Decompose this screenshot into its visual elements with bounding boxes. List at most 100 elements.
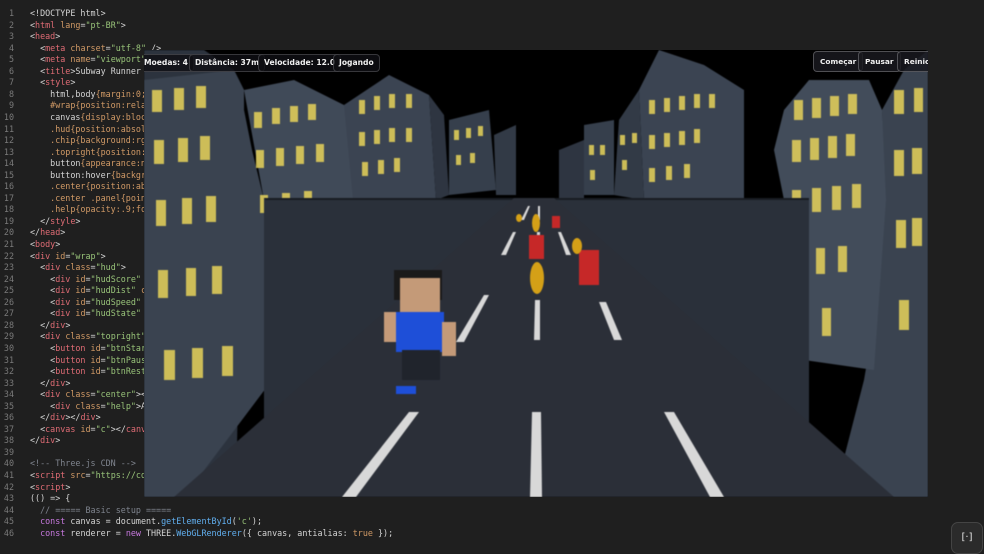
- code-text: <meta name="viewport": [30, 54, 146, 65]
- code-line: 2 <html lang="pt-BR">: [0, 19, 984, 31]
- line-number: 36: [3, 412, 14, 423]
- line-number: 44: [3, 504, 14, 515]
- line-number: 7: [8, 77, 14, 88]
- hud-distance: Distância: 37m: [189, 54, 265, 72]
- hud-coins: Moedas: 4: [144, 54, 194, 72]
- code-text: <div id="wrap">: [30, 250, 106, 261]
- code-text: <canvas id="c"></canva: [30, 423, 152, 434]
- code-text: html,body{margin:0;h: [30, 88, 152, 99]
- game-viewport[interactable]: Moedas: 4 Distância: 37m Velocidade: 12.…: [144, 50, 928, 497]
- line-number: 39: [3, 446, 14, 457]
- line-number: 22: [3, 250, 14, 261]
- code-text: button{appearance:non: [30, 158, 157, 169]
- line-number: 32: [3, 366, 14, 377]
- code-text: <div id="hudState" c: [30, 308, 151, 319]
- line-number: 31: [3, 354, 14, 365]
- line-number: 1: [8, 8, 14, 18]
- line-number: 37: [3, 423, 14, 434]
- line-number: 24: [3, 273, 14, 284]
- code-text: #wrap{position:relat: [30, 100, 152, 111]
- code-text: </style>: [30, 215, 81, 226]
- line-number: 11: [3, 123, 14, 134]
- line-number: 2: [8, 19, 14, 30]
- line-number: 16: [3, 181, 14, 192]
- code-text: const canvas = document.getElementById('…: [40, 516, 262, 527]
- code-text: <div class="center"><d: [30, 389, 151, 400]
- line-number: 14: [3, 158, 14, 169]
- code-text: <div class="help">A/: [30, 400, 151, 411]
- hud-state: Jogando: [333, 54, 380, 72]
- code-text: <div class="hud">: [30, 262, 126, 273]
- line-number: 15: [3, 169, 14, 180]
- line-number: 45: [3, 516, 14, 527]
- code-text: <div id="hudSpeed" c: [30, 296, 151, 307]
- code-text: <style>: [30, 77, 76, 88]
- line-number: 4: [8, 42, 14, 53]
- code-text: <meta charset="utf-8" />: [30, 42, 162, 53]
- restart-button[interactable]: Reinicia: [897, 51, 928, 72]
- line-number: 38: [3, 435, 14, 446]
- line-number: 13: [3, 146, 14, 157]
- code-text: <div class="topright">: [30, 331, 151, 342]
- code-text: <head>: [30, 31, 61, 42]
- code-text: <script>: [30, 481, 71, 492]
- code-text: </head>: [30, 227, 66, 238]
- code-text: <button id="btnResta: [30, 366, 152, 377]
- code-text: <script src="https://cdn: [30, 470, 152, 480]
- line-number: 40: [3, 458, 14, 469]
- line-number: 8: [8, 88, 14, 99]
- line-number: 12: [3, 135, 14, 146]
- line-number: 17: [3, 192, 14, 203]
- code-text: <button id="btnPause": [30, 354, 157, 365]
- line-number: 25: [3, 285, 14, 296]
- code-text: <html lang="pt-BR">: [30, 19, 126, 30]
- expand-icon: [·]: [961, 532, 973, 543]
- code-text: canvas{display:block: [30, 111, 152, 122]
- code-text: <div id="hudDist" cla: [30, 285, 156, 296]
- game-scene: [144, 50, 928, 497]
- code-line: 46 const renderer = new THREE.WebGLRende…: [0, 527, 984, 539]
- code-text: <!DOCTYPE html>: [30, 8, 106, 18]
- code-text: <button id="btnStart: [30, 342, 152, 353]
- line-number: 28: [3, 319, 14, 330]
- code-line: 1 <!DOCTYPE html>: [0, 7, 984, 19]
- line-number: 19: [3, 215, 14, 226]
- line-number: 42: [3, 481, 14, 492]
- code-line: 44 // ===== Basic setup =====: [0, 504, 984, 516]
- line-number: 33: [3, 377, 14, 388]
- code-text: <title>Subway Runner 3D: [30, 65, 157, 76]
- code-text: .center .panel{pointe: [30, 192, 157, 203]
- code-text: <!-- Three.js CDN -->: [30, 458, 136, 469]
- line-number: 3: [8, 31, 14, 42]
- line-number: 26: [3, 296, 14, 307]
- code-text: // ===== Basic setup =====: [30, 504, 172, 515]
- code-text: </div></div>: [30, 412, 101, 423]
- code-text: <div id="hudScore" cl: [30, 273, 156, 284]
- line-number: 27: [3, 308, 14, 319]
- code-text: button:hover{backgrou: [30, 169, 157, 180]
- code-text: </div>: [30, 319, 71, 330]
- line-number: 46: [3, 527, 14, 538]
- code-text: .help{opacity:.9;fon: [30, 204, 152, 215]
- line-number: 41: [3, 470, 14, 480]
- pause-button[interactable]: Pausar: [858, 51, 901, 72]
- line-number: 43: [3, 493, 14, 504]
- code-text: .center{position:abso: [30, 181, 157, 192]
- code-line: 45 const canvas = document.getElementByI…: [0, 515, 984, 527]
- line-number: 5: [8, 54, 14, 65]
- code-text: <body>: [30, 239, 61, 249]
- line-number: 23: [3, 262, 14, 273]
- code-text: .chip{background:rgba: [30, 135, 157, 146]
- code-text: const renderer = new THREE.WebGLRenderer…: [40, 527, 394, 538]
- toggle-view-button[interactable]: [·]: [951, 522, 983, 554]
- hud-speed: Velocidade: 12.0: [258, 54, 342, 72]
- line-number: 29: [3, 331, 14, 342]
- line-number: 30: [3, 342, 14, 353]
- code-text: </div>: [30, 435, 61, 446]
- code-text: .hud{position:absolu: [30, 123, 152, 134]
- code-text: (() => {: [30, 493, 71, 504]
- code-line: 3 <head>: [0, 30, 984, 42]
- start-button[interactable]: Começar: [813, 51, 864, 72]
- line-number: 10: [3, 111, 14, 122]
- line-number: 21: [3, 239, 14, 249]
